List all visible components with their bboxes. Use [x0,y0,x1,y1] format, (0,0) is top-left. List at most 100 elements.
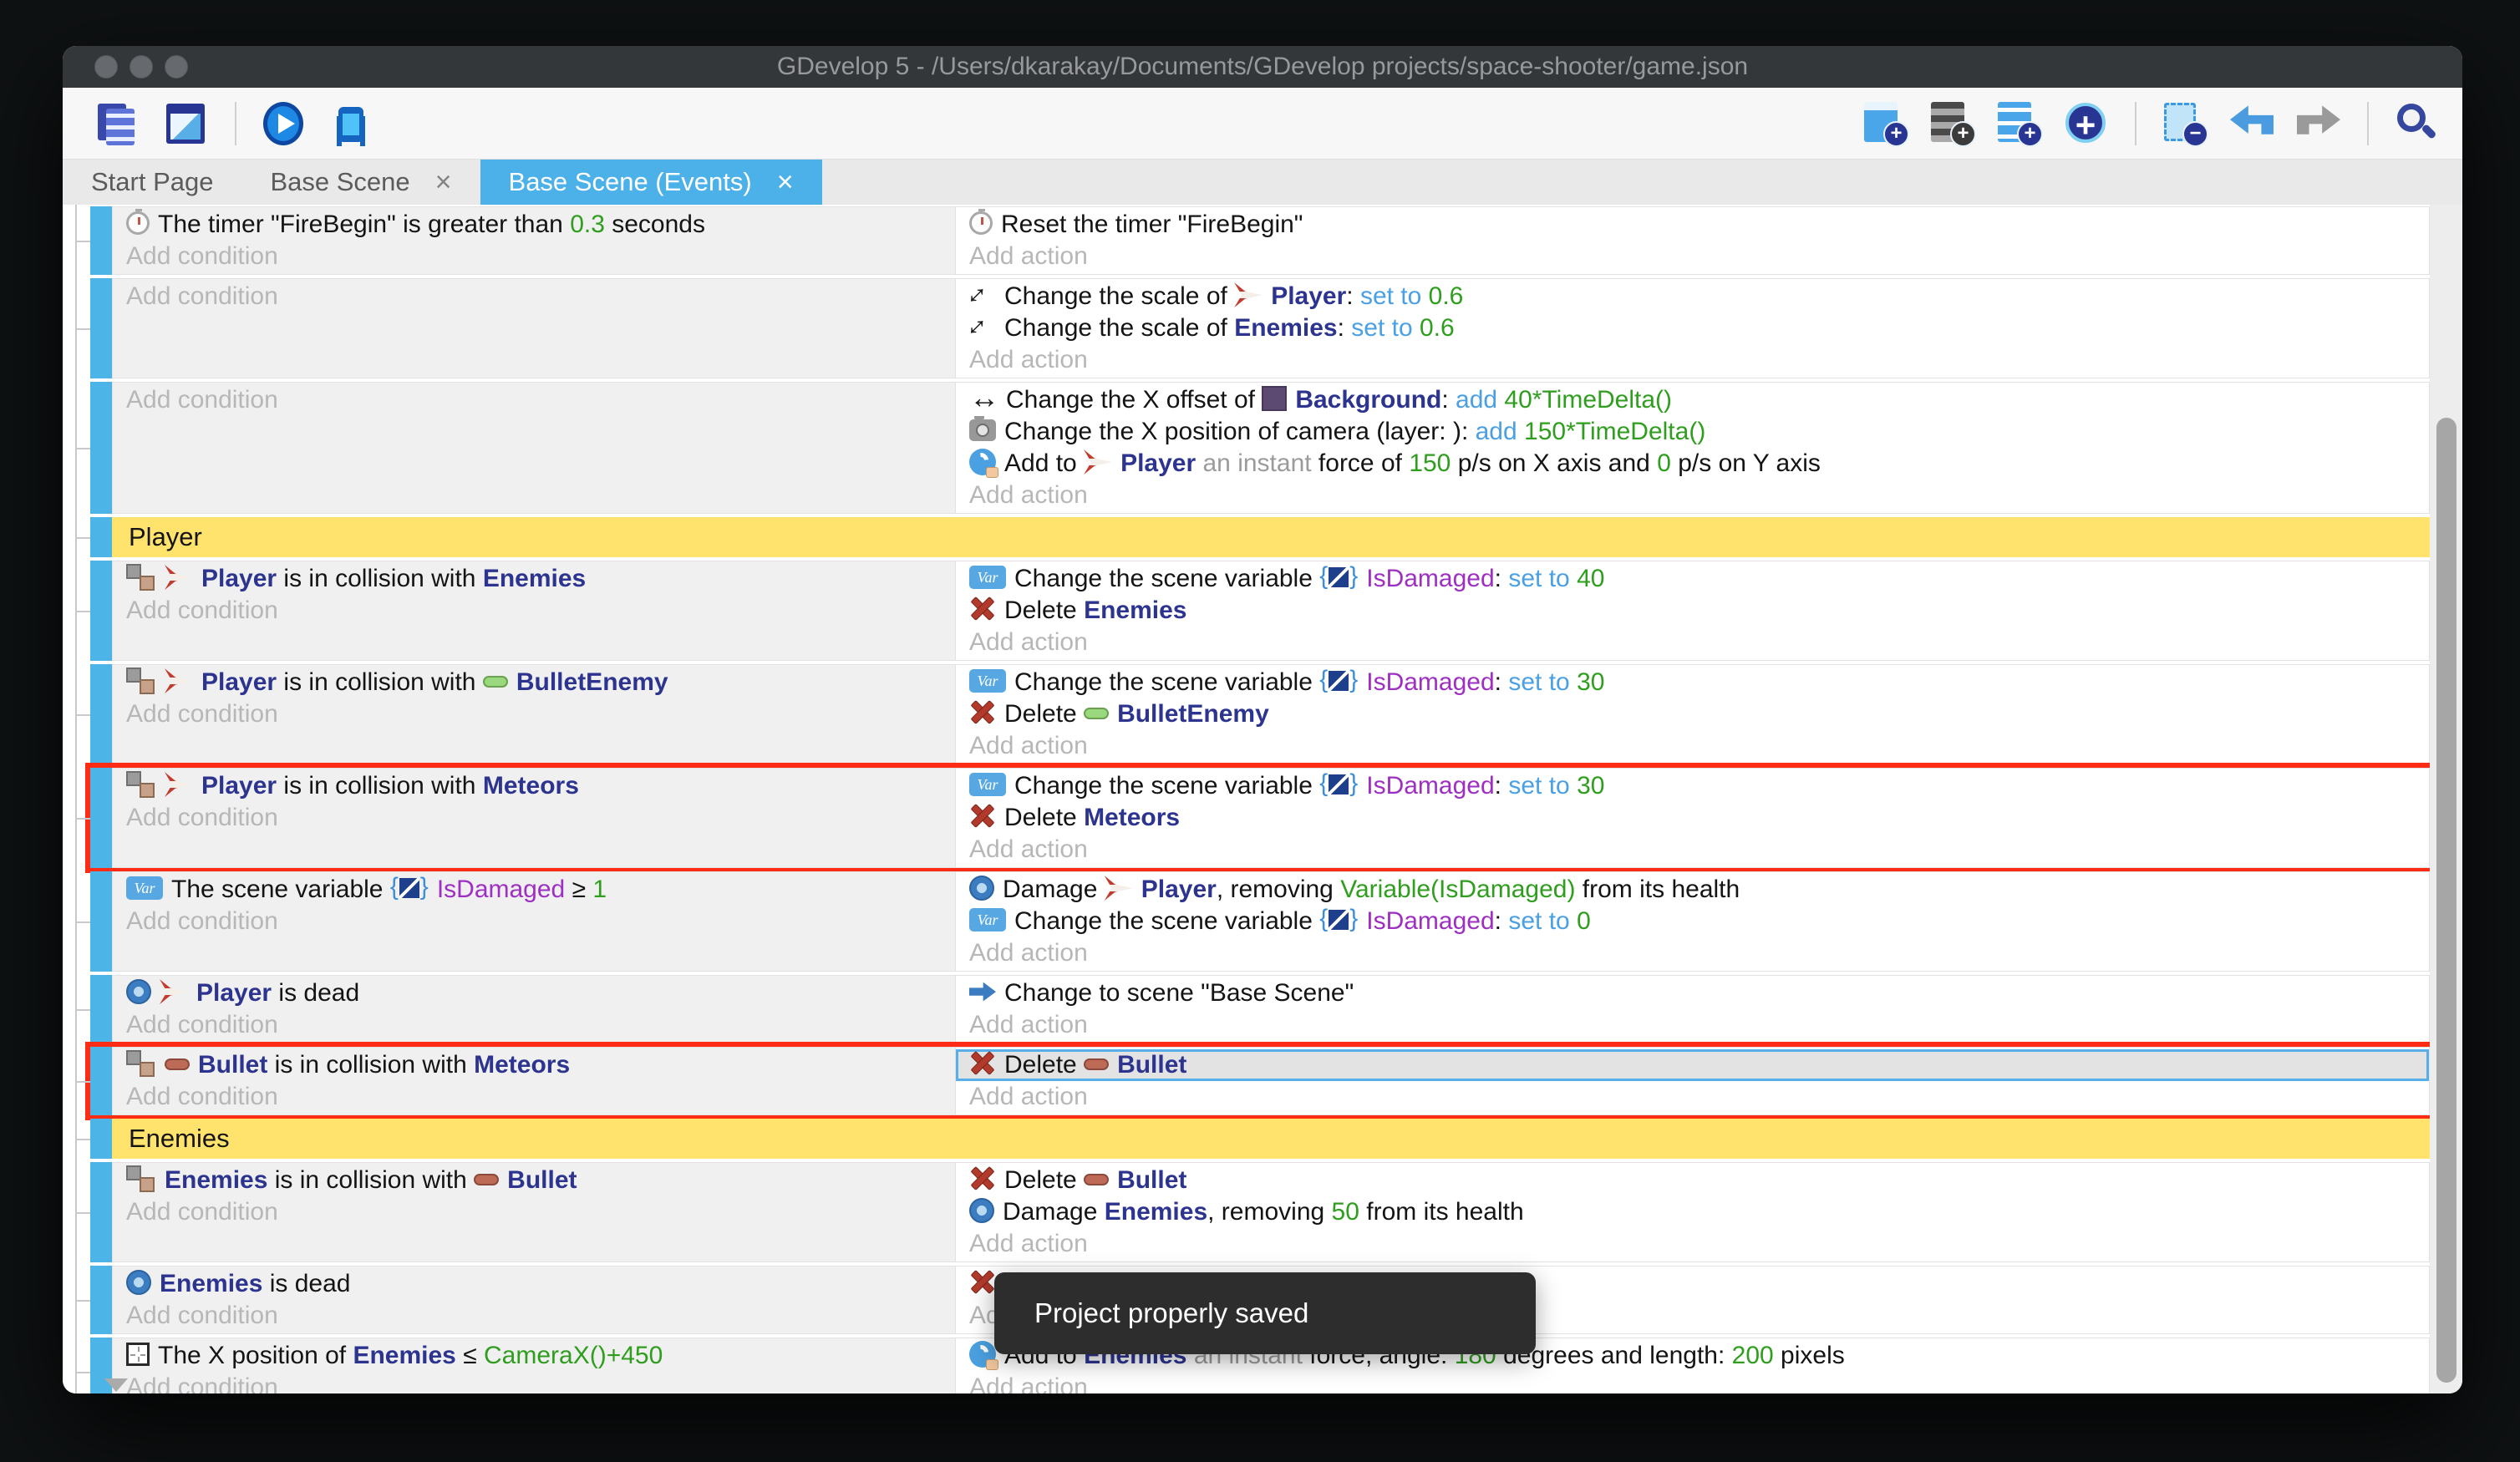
tab-base-scene[interactable]: Base Scene× [241,160,480,205]
event-row[interactable]: The timer "FireBegin" is greater than 0.… [90,206,2430,275]
event-handle[interactable] [90,1047,112,1115]
event-handle[interactable] [90,382,112,514]
action[interactable]: Add to Player an instant force of 150 p/… [956,448,2429,480]
play-button[interactable] [262,100,308,147]
group-row[interactable]: Player [90,517,2430,557]
add-condition-button[interactable]: Add condition [113,595,955,627]
add-action-button[interactable]: Add action [956,1228,2429,1260]
add-action-button[interactable]: Add action [956,627,2429,658]
debug-button[interactable] [328,100,375,147]
action[interactable]: Damage Player, removing Variable(IsDamag… [956,874,2429,906]
action[interactable]: Change the scene variable IsDamaged: set… [956,906,2429,937]
project-manager-button[interactable] [96,100,143,147]
add-action-button[interactable]: Add action [956,1009,2429,1041]
condition[interactable]: Player is in collision with Enemies [113,563,955,595]
action[interactable]: Reset the timer "FireBegin" [956,209,2429,241]
action[interactable]: Change the X position of camera (layer: … [956,416,2429,448]
add-action-button[interactable]: Add action [956,241,2429,272]
event-handle[interactable] [90,1162,112,1262]
collapse-arrow-icon[interactable] [104,1378,128,1392]
action[interactable]: Delete Meteors [956,802,2429,834]
traffic-light-minimize[interactable] [130,55,153,79]
event-handle[interactable] [90,1119,112,1159]
undo-button[interactable] [2228,100,2275,147]
action[interactable]: Delete Bullet [956,1049,2429,1081]
event-row[interactable]: Add conditionChange the scale of Player:… [90,278,2430,378]
event-row[interactable]: Player is in collision with MeteorsAdd c… [90,768,2430,868]
action[interactable]: Damage Enemies, removing 50 from its hea… [956,1196,2429,1228]
event-row[interactable]: Player is in collision with EnemiesAdd c… [90,561,2430,661]
add-subevent-button[interactable] [1929,100,1976,147]
group-label[interactable]: Enemies [112,1119,2430,1159]
add-action-button[interactable]: Add action [956,1372,2429,1393]
group-row[interactable]: Enemies [90,1119,2430,1159]
action[interactable]: Change the scene variable IsDamaged: set… [956,770,2429,802]
add-action-button[interactable]: Add action [956,480,2429,511]
action[interactable]: Delete Bullet [956,1165,2429,1196]
action[interactable]: Change the scale of Enemies: set to 0.6 [956,312,2429,344]
event-row[interactable]: Add conditionChange the X offset of Back… [90,382,2430,514]
event-row[interactable]: Player is in collision with BulletEnemyA… [90,664,2430,764]
add-action-button[interactable]: Add action [956,344,2429,376]
add-circle-button[interactable] [2063,100,2110,147]
add-condition-button[interactable]: Add condition [113,384,955,416]
add-condition-button[interactable]: Add condition [113,241,955,272]
traffic-light-close[interactable] [94,55,118,79]
event-row[interactable]: Enemies is in collision with BulletAdd c… [90,1162,2430,1262]
event-handle[interactable] [90,664,112,764]
condition[interactable]: The X position of Enemies ≤ CameraX()+45… [113,1340,955,1372]
condition[interactable]: Player is dead [113,977,955,1009]
add-condition-button[interactable]: Add condition [113,1009,955,1041]
condition[interactable]: Player is in collision with BulletEnemy [113,667,955,698]
action[interactable]: Change the scale of Player: set to 0.6 [956,281,2429,312]
add-action-button[interactable]: Add action [956,730,2429,762]
condition[interactable]: Player is in collision with Meteors [113,770,955,802]
event-handle[interactable] [90,1266,112,1334]
scrollbar-track[interactable] [2430,205,2462,1393]
add-event-button[interactable] [1862,100,1909,147]
event-handle[interactable] [90,768,112,868]
event-handle[interactable] [90,206,112,275]
action[interactable]: Change the scene variable IsDamaged: set… [956,667,2429,698]
group-label[interactable]: Player [112,517,2430,557]
condition[interactable]: Bullet is in collision with Meteors [113,1049,955,1081]
condition[interactable]: Enemies is in collision with Bullet [113,1165,955,1196]
condition[interactable]: The timer "FireBegin" is greater than 0.… [113,209,955,241]
add-comment-button[interactable] [1996,100,2043,147]
traffic-light-zoom[interactable] [165,55,188,79]
action[interactable]: Delete BulletEnemy [956,698,2429,730]
action[interactable]: Change to scene "Base Scene" [956,977,2429,1009]
event-row[interactable]: The scene variable IsDamaged ≥ 1Add cond… [90,871,2430,972]
add-condition-button[interactable]: Add condition [113,1196,955,1228]
event-handle[interactable] [90,278,112,378]
add-condition-button[interactable]: Add condition [113,906,955,937]
add-action-button[interactable]: Add action [956,1081,2429,1113]
redo-button[interactable] [2295,100,2342,147]
tab-base-scene-events-[interactable]: Base Scene (Events)× [480,160,822,205]
add-condition-button[interactable]: Add condition [113,1372,955,1393]
event-row[interactable]: Player is deadAdd conditionChange to sce… [90,975,2430,1043]
tab-close-icon[interactable]: × [777,166,794,199]
search-button[interactable] [2394,100,2441,147]
scene-editor-button[interactable] [163,100,210,147]
scrollbar-thumb[interactable] [2436,418,2456,1383]
event-handle[interactable] [90,975,112,1043]
action[interactable]: Change the X offset of Background: add 4… [956,384,2429,416]
action[interactable]: Delete Enemies [956,595,2429,627]
event-row[interactable]: Bullet is in collision with MeteorsAdd c… [90,1047,2430,1115]
add-action-button[interactable]: Add action [956,937,2429,969]
add-condition-button[interactable]: Add condition [113,281,955,312]
add-action-button[interactable]: Add action [956,834,2429,866]
condition[interactable]: Enemies is dead [113,1268,955,1300]
add-condition-button[interactable]: Add condition [113,698,955,730]
add-condition-button[interactable]: Add condition [113,1300,955,1332]
event-handle[interactable] [90,871,112,972]
add-condition-button[interactable]: Add condition [113,1081,955,1113]
condition[interactable]: The scene variable IsDamaged ≥ 1 [113,874,955,906]
delete-event-button[interactable] [2162,100,2208,147]
event-handle[interactable] [90,517,112,557]
tab-start-page[interactable]: Start Page [63,160,241,205]
action[interactable]: Change the scene variable IsDamaged: set… [956,563,2429,595]
tab-close-icon[interactable]: × [435,166,452,199]
add-condition-button[interactable]: Add condition [113,802,955,834]
